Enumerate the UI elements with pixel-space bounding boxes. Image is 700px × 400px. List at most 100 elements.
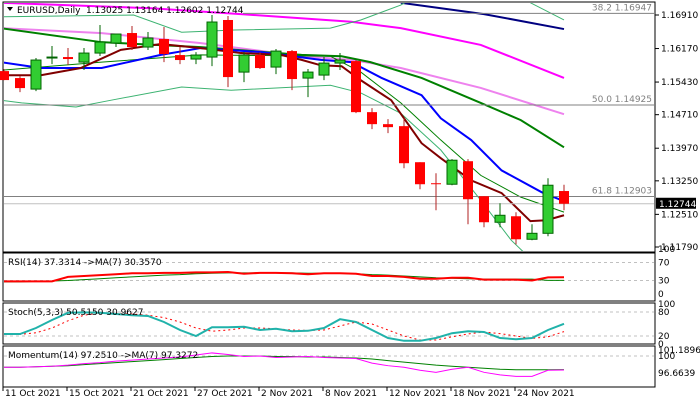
candle <box>302 69 314 98</box>
candle <box>63 48 73 66</box>
candle <box>0 69 9 81</box>
candle <box>494 203 506 228</box>
date-label: 24 Nov 2021 <box>517 389 575 399</box>
candle <box>142 32 154 51</box>
rsi-level-label: 70 <box>658 259 670 269</box>
candle <box>559 184 569 211</box>
candle-body <box>334 59 346 64</box>
candle <box>526 224 538 241</box>
ohlc-label: 1.13025 1.13164 1.12602 1.12744 <box>86 6 244 16</box>
momentum-level-label: 96.6639 <box>658 369 695 379</box>
candle-body <box>255 55 265 69</box>
candle-body <box>46 56 58 59</box>
chart-header: EURUSD,Daily 1.13025 1.13164 1.12602 1.1… <box>7 6 244 361</box>
date-label: 11 Oct 2021 <box>5 389 61 399</box>
bb-middle-line <box>4 54 565 213</box>
candle <box>479 196 489 228</box>
candle-body <box>127 33 137 48</box>
candle <box>30 58 42 92</box>
candle <box>383 119 393 134</box>
candle <box>127 26 137 51</box>
rsi-level-label: 30 <box>658 277 670 287</box>
rsi-label: RSI(14) 37.3314 ->MA(7) 30.3570 <box>8 258 162 268</box>
rsi-values-line <box>4 270 565 283</box>
candle-body <box>415 162 425 185</box>
candle-body <box>542 184 554 234</box>
candle-body <box>431 183 441 185</box>
candle <box>287 50 297 91</box>
price-tick-label: 1.12510 <box>661 210 698 220</box>
candle <box>190 52 202 65</box>
date-axis: 11 Oct 2021 15 Oct 2021 21 Oct 2021 27 Oct … <box>2 387 575 399</box>
candle <box>46 46 58 65</box>
candle-body <box>446 159 458 185</box>
stoch-label: Stoch(5,3,3) 50.5150 30.9627 <box>8 308 143 318</box>
date-label: 21 Oct 2021 <box>133 389 189 399</box>
candle-body <box>238 54 250 73</box>
date-label: 12 Nov 2021 <box>389 389 447 399</box>
candle-body <box>63 57 73 60</box>
candle-body <box>479 196 489 223</box>
candle-body <box>206 21 218 58</box>
candle-body <box>399 126 409 164</box>
ma-maroon-line <box>4 42 565 223</box>
candle <box>223 15 233 88</box>
candle-body <box>494 214 506 223</box>
candle-body <box>287 51 297 80</box>
candle-body <box>526 232 538 240</box>
ma-navy-line <box>400 3 565 31</box>
rsi-level-label: 0 <box>658 290 664 300</box>
price-tick-label: 1.14710 <box>661 111 698 121</box>
candle <box>175 47 185 65</box>
date-label: 18 Nov 2021 <box>453 389 511 399</box>
candles <box>0 15 569 245</box>
candle-body <box>270 50 282 68</box>
current-price-label: 1.12744 <box>659 200 696 210</box>
fibo-label: 61.8 1.12903 <box>592 187 652 197</box>
fibo-label: 50.0 1.14925 <box>592 95 652 105</box>
candle <box>238 52 250 83</box>
date-label: 15 Oct 2021 <box>69 389 125 399</box>
candle-body <box>383 124 393 128</box>
candle-body <box>142 37 154 48</box>
ma-blue-line <box>4 47 565 203</box>
candle-body <box>511 216 521 240</box>
candle-body <box>318 62 330 76</box>
triangle-down-icon[interactable] <box>7 7 13 11</box>
candle <box>399 118 409 169</box>
candle <box>415 162 425 190</box>
candle-body <box>559 191 569 204</box>
rsi-level-label: 100 <box>658 245 675 255</box>
candle-body <box>190 54 202 60</box>
trading-chart[interactable]: 38.2 1.16947 50.0 1.14925 61.8 1.12903 1.1… <box>0 0 700 400</box>
candle <box>446 159 458 186</box>
candle-body <box>223 19 233 78</box>
price-axis: 1.16910 1.16170 1.15430 1.14710 1.13970 1.132… <box>655 11 698 253</box>
candle <box>15 76 25 93</box>
candle <box>351 60 361 114</box>
candle <box>431 173 441 211</box>
stoch-level-label: 80 <box>658 308 670 318</box>
fibo-label: 38.2 1.16947 <box>592 3 652 13</box>
price-tick-label: 1.15430 <box>661 78 698 88</box>
momentum-label: Momentum(14) 97.2510 ->MA(7) 97.3272 <box>8 351 198 361</box>
symbol-label: EURUSD,Daily <box>17 6 81 16</box>
price-tick-label: 1.16170 <box>661 45 698 55</box>
candle-body <box>30 59 42 90</box>
price-tick-label: 1.16910 <box>661 11 698 21</box>
candle-body <box>78 52 90 63</box>
candle-body <box>351 61 361 113</box>
candle-body <box>367 112 377 125</box>
candle-body <box>463 161 473 200</box>
candle-body <box>110 33 122 44</box>
candle-body <box>302 71 314 79</box>
candle-body <box>0 71 9 81</box>
candle <box>206 15 218 67</box>
main-panel-frame <box>2 1 656 253</box>
date-label: 8 Nov 2021 <box>325 389 377 399</box>
price-tick-label: 1.13250 <box>661 177 698 187</box>
candle-body <box>159 39 169 55</box>
candle-body <box>94 41 106 54</box>
candle-body <box>175 55 185 61</box>
candle <box>110 33 122 48</box>
